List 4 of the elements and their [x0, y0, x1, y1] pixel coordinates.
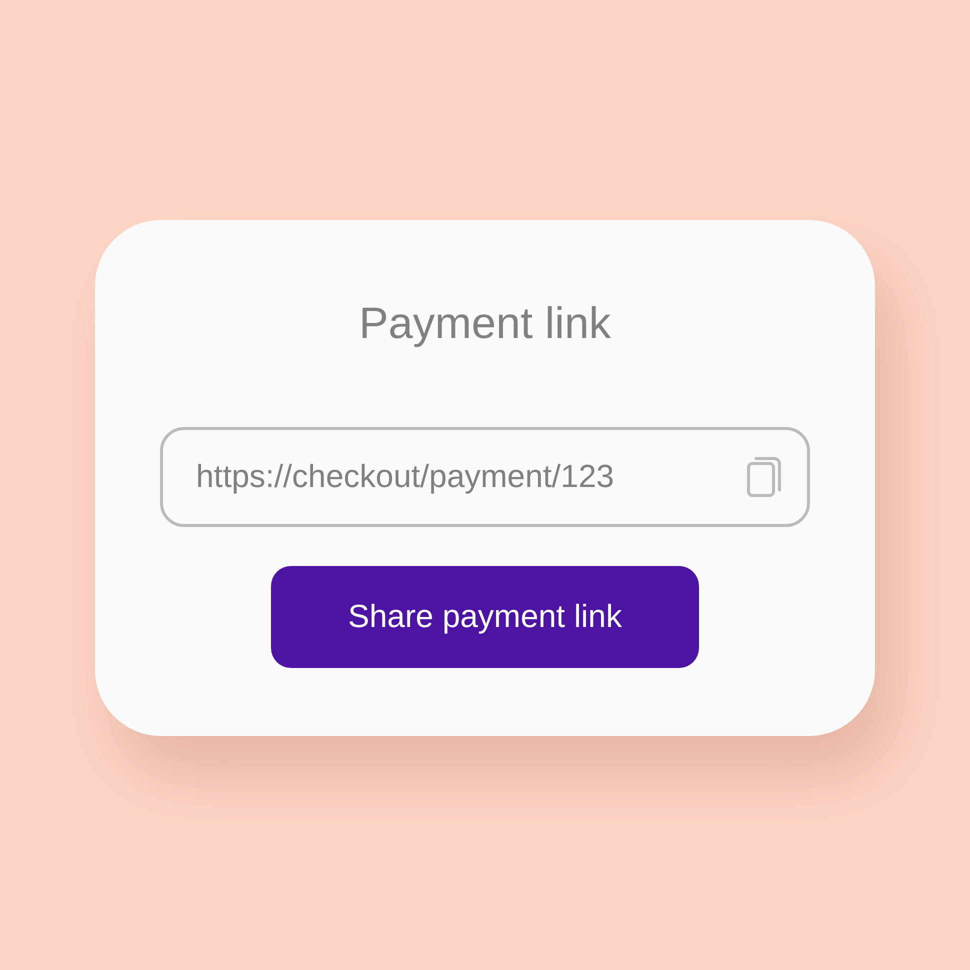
link-field[interactable]: https://checkout/payment/123 [160, 426, 810, 526]
copy-icon[interactable] [746, 456, 782, 498]
share-button[interactable]: Share payment link [271, 566, 699, 668]
card-title: Payment link [359, 298, 611, 350]
